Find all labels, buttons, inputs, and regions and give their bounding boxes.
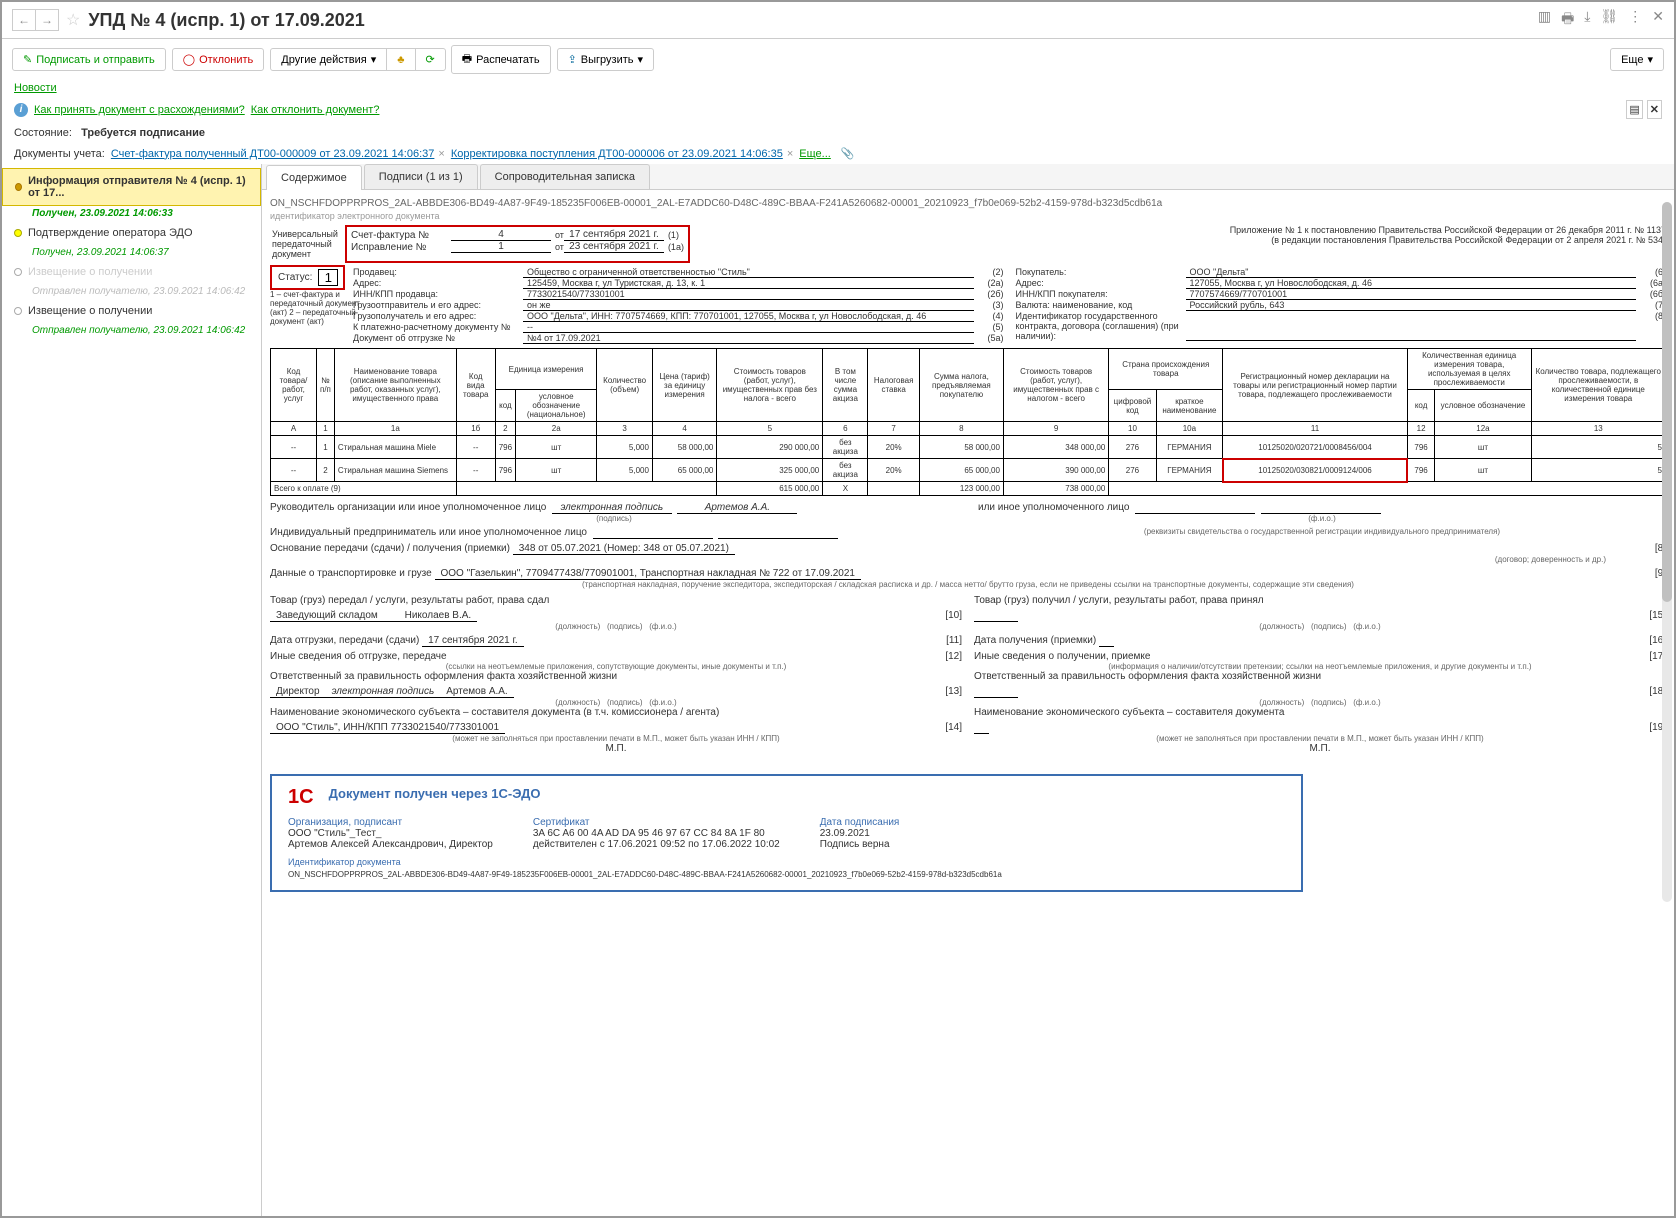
table-row: --2Стиральная машина Siemens--796шт5,000…	[271, 459, 1666, 482]
attachment-icon: 📎	[841, 147, 855, 160]
doc-link-correction[interactable]: Корректировка поступления ДТ00-000006 от…	[451, 148, 783, 160]
sidebar-sub: Отправлен получателю, 23.09.2021 14:06:4…	[2, 284, 261, 299]
tab-content[interactable]: Содержимое	[266, 165, 362, 190]
help-link-reject[interactable]: Как отклонить документ?	[251, 104, 380, 116]
upload-icon: ⇪	[568, 53, 577, 66]
nav-forward[interactable]: →	[35, 9, 59, 31]
scrollbar-thumb[interactable]	[1662, 202, 1672, 602]
items-table: Код товара/ работ, услуг № п/п Наименова…	[270, 348, 1666, 496]
status-dot-icon	[14, 268, 22, 276]
doc-remove-icon[interactable]: ×	[438, 148, 444, 160]
tree-icon-button[interactable]: ♣	[386, 48, 415, 71]
refresh-icon: ⟳	[426, 53, 435, 66]
window-title: УПД № 4 (испр. 1) от 17.09.2021	[88, 10, 1537, 31]
sidebar-item-receipt[interactable]: Извещение о получении	[2, 299, 261, 323]
sidebar-sub: Получен, 23.09.2021 14:06:33	[2, 206, 261, 221]
reject-button[interactable]: ◯Отклонить	[172, 48, 265, 71]
stop-icon: ◯	[183, 53, 195, 66]
sidebar-item-receipt-disabled: Извещение о получении	[2, 260, 261, 284]
docs-label: Документы учета:	[14, 148, 105, 160]
print-button[interactable]: 🖶Распечатать	[451, 45, 551, 74]
link-icon[interactable]: ⛓	[1600, 8, 1618, 32]
nav-back[interactable]: ←	[12, 9, 36, 31]
kebab-menu-icon[interactable]: ⋮	[1628, 8, 1642, 32]
export-button[interactable]: ⇪Выгрузить ▾	[557, 48, 654, 71]
sidebar-sub: Получен, 23.09.2021 14:06:37	[2, 245, 261, 260]
1c-logo-icon: 1С	[288, 786, 314, 809]
upd-label: Универсальный передаточный документ	[270, 225, 345, 263]
document-body: ON_NSCHFDOPPRPROS_2AL-ABBDE306-BD49-4A87…	[262, 190, 1674, 1218]
export-icon[interactable]: ⤓	[1584, 8, 1590, 32]
table-row: --1Стиральная машина Miele--796шт5,00058…	[271, 436, 1666, 459]
status-dot-icon	[15, 183, 22, 191]
panel-close-icon[interactable]: ✕	[1647, 100, 1662, 119]
sidebar-sub: Отправлен получателю, 23.09.2021 14:06:4…	[2, 323, 261, 338]
status-box: Статус:	[270, 265, 345, 290]
favorite-star-icon[interactable]: ☆	[66, 10, 80, 30]
scrollbar[interactable]	[1662, 202, 1672, 902]
explorer-icon[interactable]: ▥	[1538, 8, 1551, 32]
info-icon: i	[14, 103, 28, 117]
print-icon[interactable]: 🖶	[1561, 8, 1574, 32]
tab-note[interactable]: Сопроводительная записка	[480, 164, 650, 189]
doc-link-invoice[interactable]: Счет-фактура полученный ДТ00-000009 от 2…	[111, 148, 435, 160]
sign-send-button[interactable]: ✎Подписать и отправить	[12, 48, 166, 71]
state-row: Состояние: Требуется подписание	[2, 123, 1674, 143]
news-link[interactable]: Новости	[2, 80, 1674, 96]
printer-icon: 🖶	[462, 50, 472, 69]
pencil-icon: ✎	[23, 53, 32, 66]
close-icon[interactable]: ✕	[1652, 8, 1664, 32]
sidebar: Информация отправителя № 4 (испр. 1) от …	[2, 164, 262, 1218]
tab-signatures[interactable]: Подписи (1 из 1)	[364, 164, 478, 189]
status-dot-icon	[14, 307, 22, 315]
sidebar-item-sender-info[interactable]: Информация отправителя № 4 (испр. 1) от …	[2, 168, 261, 206]
help-link-discrepancies[interactable]: Как принять документ с расхождениями?	[34, 104, 245, 116]
regulation-note: Приложение № 1 к постановлению Правитель…	[1230, 225, 1666, 263]
sidebar-item-edo-confirm[interactable]: Подтверждение оператора ЭДО	[2, 221, 261, 245]
more-button[interactable]: Еще ▾	[1610, 48, 1664, 71]
edo-stamp: 1С Документ получен через 1С-ЭДО Организ…	[270, 774, 1303, 892]
invoice-header-box: Счет-фактура №4от17 сентября 2021 г.(1) …	[345, 225, 690, 263]
panel-list-icon[interactable]: ▤	[1626, 100, 1642, 119]
tree-icon: ♣	[397, 54, 404, 66]
doc-remove-icon-2[interactable]: ×	[787, 148, 793, 160]
doc-more-link[interactable]: Еще...	[799, 148, 831, 160]
other-actions-button[interactable]: Другие действия ▾	[270, 48, 387, 71]
status-input	[318, 269, 338, 286]
refresh-button[interactable]: ⟳	[415, 48, 446, 71]
status-dot-icon	[14, 229, 22, 237]
doc-id: ON_NSCHFDOPPRPROS_2AL-ABBDE306-BD49-4A87…	[270, 198, 1666, 209]
